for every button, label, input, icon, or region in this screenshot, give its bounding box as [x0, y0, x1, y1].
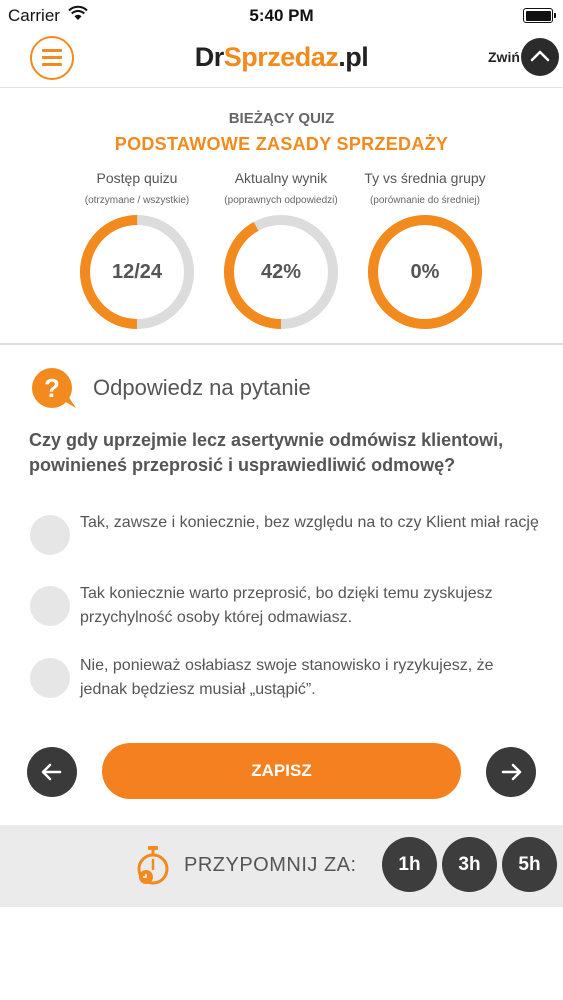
- quiz-title: PODSTAWOWE ZASADY SPRZEDAŻY: [114, 134, 449, 154]
- stat-score-header: Aktualny wynik (poprawnych odpowiedzi): [206, 170, 356, 206]
- arrow-left-icon: [41, 763, 62, 781]
- ring-value: 0%: [410, 261, 440, 283]
- stat-subtitle: (poprawnych odpowiedzi): [224, 195, 338, 206]
- stat-title: Ty vs średnia grupy: [364, 170, 486, 186]
- score-ring: 42%: [221, 212, 341, 332]
- answer-radio[interactable]: [30, 515, 70, 555]
- quiz-label: BIEŻĄCY QUIZ: [228, 110, 335, 127]
- compare-ring: 0%: [365, 212, 485, 332]
- stopwatch-icon: [137, 846, 169, 885]
- progress-ring: 12/24: [77, 212, 197, 332]
- status-bar: Carrier 5:40 PM: [0, 0, 563, 32]
- answer-radio[interactable]: [30, 658, 70, 698]
- reminder-label: PRZYPOMNIJ ZA:: [184, 854, 357, 876]
- remind-1h-button[interactable]: 1h: [382, 837, 437, 892]
- answer-text: Tak koniecznie warto przeprosić, bo dzię…: [80, 585, 493, 626]
- answer-radio[interactable]: [30, 586, 70, 626]
- remind-3h-button[interactable]: 3h: [442, 837, 497, 892]
- app-header: DrSprzedaz.pl Zwiń: [0, 32, 563, 88]
- question-heading: Odpowiedz na pytanie: [93, 375, 311, 400]
- ring-value: 12/24: [111, 261, 163, 283]
- question-text: Czy gdy uprzejmie lecz asertywnie odmówi…: [29, 430, 504, 475]
- chevron-up-icon: [530, 50, 550, 62]
- collapse-label[interactable]: Zwiń: [488, 49, 520, 65]
- question-bubble-icon: ?: [32, 368, 76, 408]
- reminder-bar: PRZYPOMNIJ ZA: 1h 3h 5h: [0, 825, 563, 907]
- answer-text: Nie, ponieważ osłabiasz swoje stanowisko…: [80, 657, 494, 698]
- arrow-right-icon: [501, 763, 522, 781]
- stat-compare-header: Ty vs średnia grupy (porównanie do średn…: [350, 170, 500, 206]
- collapse-button[interactable]: [521, 38, 559, 76]
- stat-progress-header: Postęp quizu (otrzymane / wszystkie): [62, 170, 212, 206]
- save-button[interactable]: ZAPISZ: [102, 743, 461, 799]
- answer-text: Tak, zawsze i koniecznie, bez względu na…: [80, 514, 539, 531]
- clock: 5:40 PM: [249, 6, 314, 25]
- stat-title: Postęp quizu: [96, 170, 178, 186]
- next-button[interactable]: [486, 747, 536, 797]
- ring-value: 42%: [260, 261, 302, 283]
- stat-subtitle: (porównanie do średniej): [369, 195, 481, 206]
- svg-text:?: ?: [44, 373, 60, 403]
- previous-button[interactable]: [27, 747, 77, 797]
- stat-subtitle: (otrzymane / wszystkie): [84, 195, 190, 206]
- stat-title: Aktualny wynik: [234, 170, 328, 186]
- battery-icon: [523, 8, 556, 23]
- remind-5h-button[interactable]: 5h: [502, 837, 557, 892]
- logo: DrSprzedaz.pl: [194, 42, 369, 72]
- section-divider: [0, 343, 563, 345]
